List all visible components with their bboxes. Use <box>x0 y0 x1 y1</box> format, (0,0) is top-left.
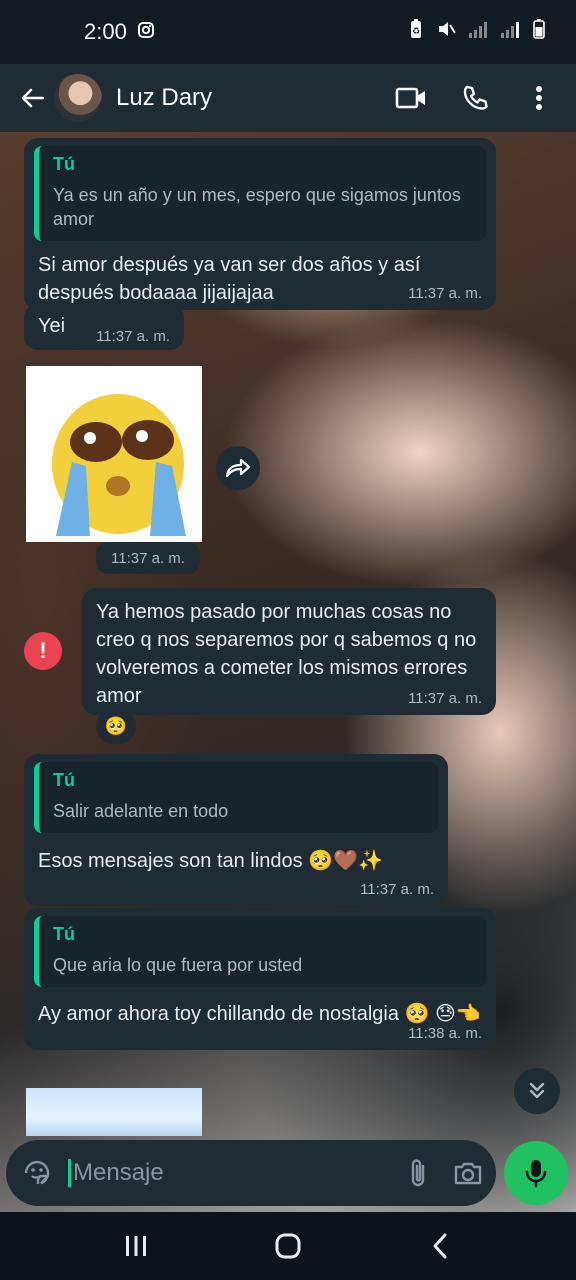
scroll-to-bottom-button[interactable] <box>514 1068 560 1114</box>
message-time: 11:37 a. m. <box>96 328 170 345</box>
quoted-message[interactable]: Tú Salir adelante en todo <box>34 762 438 833</box>
back-chevron-icon <box>433 1233 447 1259</box>
recent-apps-icon <box>126 1236 146 1256</box>
camera-button[interactable] <box>453 1155 483 1191</box>
quoted-message[interactable]: Tú Que aria lo que fuera por usted <box>34 916 486 987</box>
message-time: 11:37 a. m. <box>360 881 434 898</box>
message-bubble[interactable]: Tú Salir adelante en todo Esos mensajes … <box>24 754 448 906</box>
more-options-button[interactable] <box>522 81 556 115</box>
home-button[interactable] <box>258 1221 318 1271</box>
recent-apps-button[interactable] <box>106 1221 166 1271</box>
contact-name[interactable]: Luz Dary <box>116 84 212 112</box>
reaction-badge[interactable]: 🥺 <box>96 708 136 744</box>
mic-icon <box>525 1160 547 1188</box>
forward-icon <box>225 458 251 478</box>
voice-call-button[interactable] <box>458 81 492 115</box>
message-bubble[interactable]: Ya hemos pasado por muchas cosas no creo… <box>82 588 496 715</box>
back-nav-button[interactable] <box>410 1221 470 1271</box>
chat-area[interactable]: Tú Ya es un año y un mes, espero que sig… <box>0 132 576 1212</box>
message-bubble[interactable]: Yei 11:37 a. m. <box>24 304 184 350</box>
message-text: Yei <box>38 315 66 337</box>
camera-icon <box>454 1162 482 1185</box>
signal-icon <box>500 19 520 45</box>
video-call-button[interactable] <box>394 81 428 115</box>
arrow-back-icon <box>21 88 45 108</box>
quote-author: Tú <box>53 154 75 174</box>
double-chevron-down-icon <box>529 1082 545 1099</box>
voice-message-button[interactable] <box>504 1141 568 1205</box>
status-bar: 2:00 ♻ <box>0 0 576 64</box>
message-input[interactable] <box>68 1159 383 1187</box>
sticker-icon <box>24 1160 50 1185</box>
quote-author: Tú <box>53 924 75 944</box>
quote-text: Salir adelante en todo <box>53 801 229 821</box>
paperclip-icon <box>411 1159 425 1187</box>
message-text: Esos mensajes son tan lindos 🥺🤎✨ <box>38 850 383 872</box>
message-time: 11:37 a. m. <box>408 690 482 707</box>
error-icon[interactable]: ! <box>24 632 62 670</box>
battery-icon <box>532 18 546 46</box>
phone-icon <box>463 85 488 110</box>
sticker-time: 11:37 a. m. <box>96 542 200 574</box>
home-icon <box>275 1233 301 1259</box>
more-vert-icon <box>536 86 542 110</box>
chat-header: Luz Dary <box>0 64 576 132</box>
svg-text:♻: ♻ <box>412 26 420 36</box>
mute-icon <box>436 19 456 45</box>
emoji-sticker-button[interactable] <box>22 1155 52 1191</box>
quote-text: Que aria lo que fuera por usted <box>53 955 303 975</box>
message-composer <box>6 1140 496 1206</box>
system-nav-bar <box>0 1212 576 1280</box>
attach-button[interactable] <box>407 1155 429 1191</box>
instagram-icon <box>137 19 155 45</box>
quoted-message[interactable]: Tú Ya es un año y un mes, espero que sig… <box>34 146 486 241</box>
back-button[interactable] <box>14 80 50 116</box>
forward-button[interactable] <box>216 446 260 490</box>
signal-icon <box>468 19 488 45</box>
quote-author: Tú <box>53 770 75 790</box>
message-bubble[interactable]: Tú Que aria lo que fuera por usted Ay am… <box>24 908 496 1050</box>
avatar[interactable] <box>54 74 102 122</box>
video-call-icon <box>395 87 425 109</box>
quote-text: Ya es un año y un mes, espero que sigamo… <box>53 185 461 229</box>
battery-saver-icon: ♻ <box>408 18 424 46</box>
image-message[interactable] <box>26 1088 202 1136</box>
message-bubble[interactable]: Tú Ya es un año y un mes, espero que sig… <box>24 138 496 310</box>
sticker[interactable] <box>26 366 202 542</box>
crying-face-sticker <box>26 366 202 542</box>
status-time: 2:00 <box>84 19 127 44</box>
